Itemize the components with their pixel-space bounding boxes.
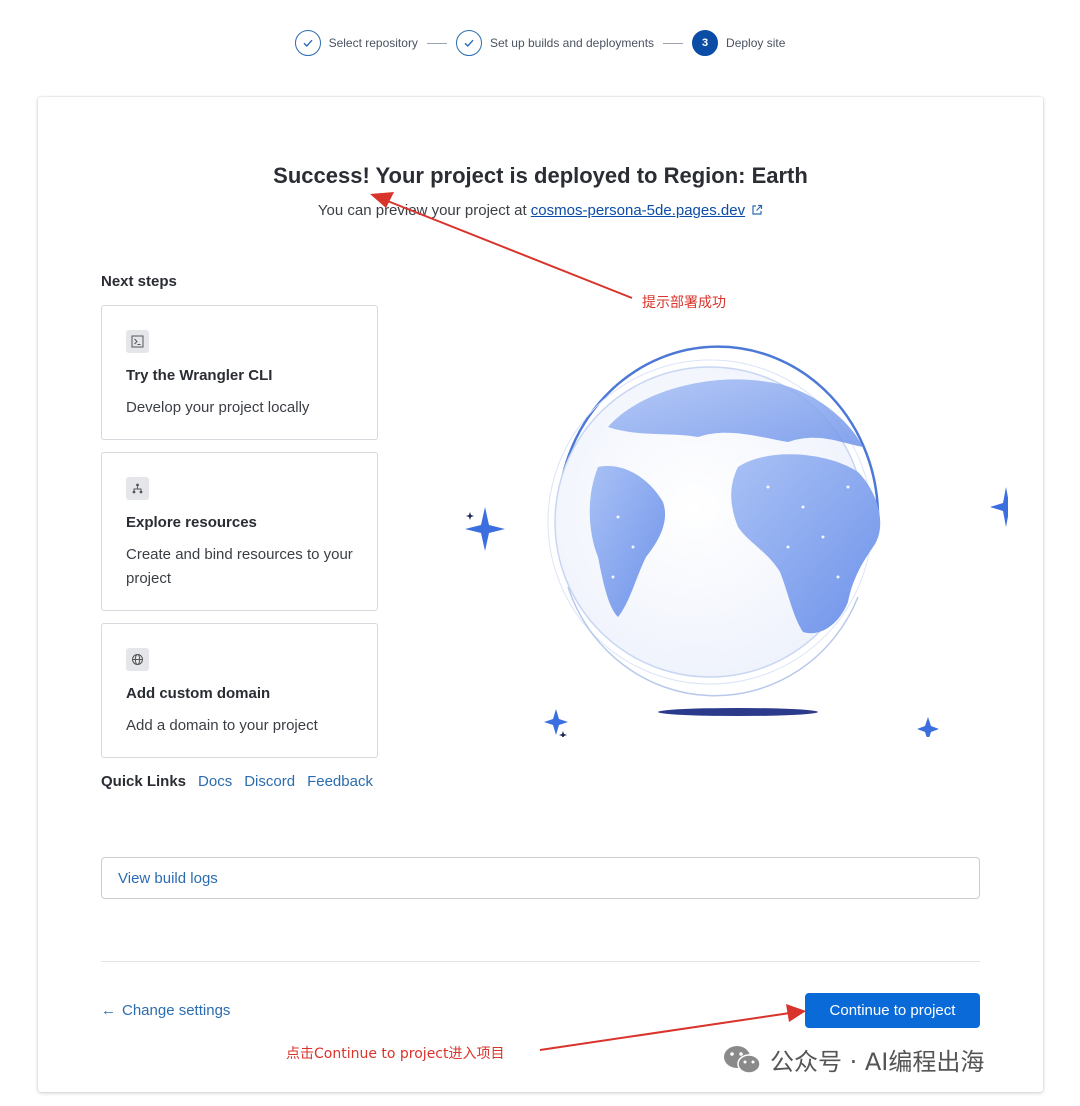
next-step-custom-domain[interactable]: Add custom domain Add a domain to your p… xyxy=(101,623,378,758)
step-deploy-site: 3 Deploy site xyxy=(692,30,785,56)
divider xyxy=(101,961,980,962)
step-setup-builds: Set up builds and deployments xyxy=(455,30,655,56)
quick-links-label: Quick Links xyxy=(101,773,187,790)
step-connector xyxy=(426,42,447,44)
docs-link[interactable]: Docs xyxy=(198,773,232,790)
next-step-description: Add a domain to your project xyxy=(126,717,318,734)
earth-illustration xyxy=(408,337,1022,747)
next-step-explore-resources[interactable]: Explore resources Create and bind resour… xyxy=(101,452,378,611)
continue-to-project-button[interactable]: Continue to project xyxy=(805,993,980,1028)
resources-icon xyxy=(126,477,149,500)
step-label: Select repository xyxy=(328,36,418,50)
globe-icon xyxy=(126,648,149,671)
next-step-title: Try the Wrangler CLI xyxy=(126,367,273,384)
discord-link[interactable]: Discord xyxy=(244,773,295,790)
view-build-logs-button[interactable]: View build logs xyxy=(101,857,980,899)
watermark: 公众号 · AI编程出海 xyxy=(722,1042,984,1077)
change-settings-link[interactable]: ← Change settings xyxy=(101,1002,230,1019)
annotation-click-continue: 点击Continue to project进入项目 xyxy=(286,1046,505,1062)
deploy-success-card: Success! Your project is deployed to Reg… xyxy=(38,97,1043,1092)
terminal-icon xyxy=(126,330,149,353)
next-steps-heading: Next steps xyxy=(101,273,177,290)
quick-links: Quick Links Docs Discord Feedback xyxy=(101,773,373,790)
annotation-deploy-success: 提示部署成功 xyxy=(642,295,726,311)
wechat-icon xyxy=(724,1045,761,1074)
progress-stepper: Select repository Set up builds and depl… xyxy=(0,30,1080,56)
check-icon xyxy=(294,30,321,56)
next-step-description: Develop your project locally xyxy=(126,399,310,416)
feedback-link[interactable]: Feedback xyxy=(307,773,373,790)
step-select-repository: Select repository xyxy=(294,30,418,56)
check-icon xyxy=(455,30,482,56)
page-title: Success! Your project is deployed to Reg… xyxy=(273,163,808,188)
external-link-icon[interactable] xyxy=(751,203,763,220)
next-step-title: Add custom domain xyxy=(126,685,271,702)
watermark-text: 公众号 · AI编程出海 xyxy=(770,1048,985,1076)
change-settings-label: Change settings xyxy=(122,1002,231,1019)
next-step-wrangler-cli[interactable]: Try the Wrangler CLI Develop your projec… xyxy=(101,305,378,440)
step-label: Deploy site xyxy=(726,36,786,50)
next-step-title: Explore resources xyxy=(126,514,257,531)
step-label: Set up builds and deployments xyxy=(489,36,655,50)
subtitle-text: You can preview your project at xyxy=(317,202,527,219)
arrow-left-icon: ← xyxy=(101,1002,116,1019)
step-number-badge: 3 xyxy=(692,30,719,56)
preview-subtitle: You can preview your project at cosmos-p… xyxy=(38,202,1043,220)
step-connector xyxy=(663,42,684,44)
next-step-description: Create and bind resources to your projec… xyxy=(126,546,353,587)
preview-link[interactable]: cosmos-persona-5de.pages.dev xyxy=(531,202,745,219)
